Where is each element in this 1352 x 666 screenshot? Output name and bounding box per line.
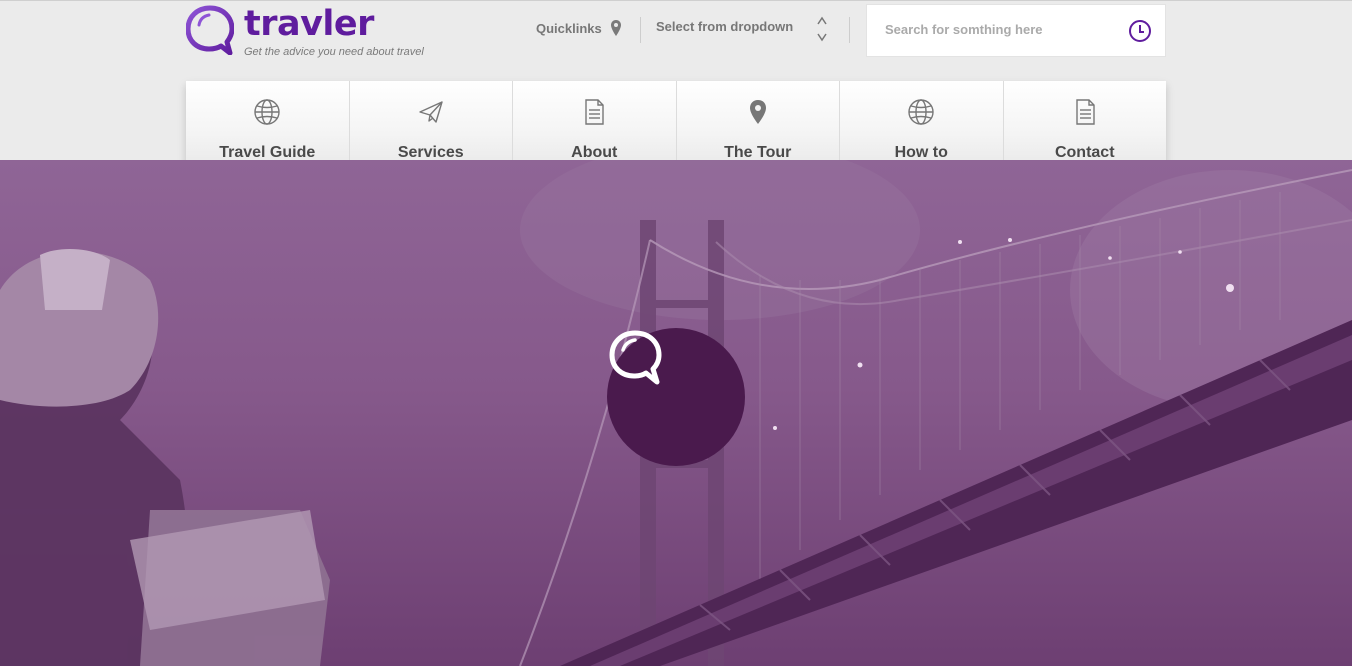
clock-icon[interactable] xyxy=(1128,19,1152,43)
globe-icon xyxy=(908,99,934,125)
brand-tagline: Get the advice you need about travel xyxy=(244,46,424,58)
speech-bubble-icon xyxy=(609,330,662,385)
brand-name: travler xyxy=(244,4,374,44)
divider xyxy=(849,17,850,43)
paper-plane-icon xyxy=(419,101,443,123)
select-dropdown[interactable]: Select from dropdown xyxy=(656,19,793,34)
hero-badge[interactable] xyxy=(607,328,745,466)
search-input[interactable] xyxy=(885,22,1115,37)
globe-icon xyxy=(254,99,280,125)
map-pin-icon xyxy=(749,100,766,124)
dropdown-arrows-icon[interactable] xyxy=(816,16,828,45)
dropdown-label: Select from dropdown xyxy=(656,19,794,34)
quicklinks-label: Quicklinks xyxy=(536,20,602,36)
hero-banner xyxy=(0,160,1352,666)
divider xyxy=(640,17,641,43)
map-pin-icon xyxy=(610,20,621,36)
logo[interactable]: travler Get the advice you need about tr… xyxy=(186,5,424,58)
document-icon xyxy=(1076,99,1095,125)
search-box xyxy=(866,4,1166,57)
quicklinks-link[interactable]: Quicklinks xyxy=(536,19,622,37)
logo-bubble-icon xyxy=(186,5,234,55)
document-icon xyxy=(585,99,604,125)
